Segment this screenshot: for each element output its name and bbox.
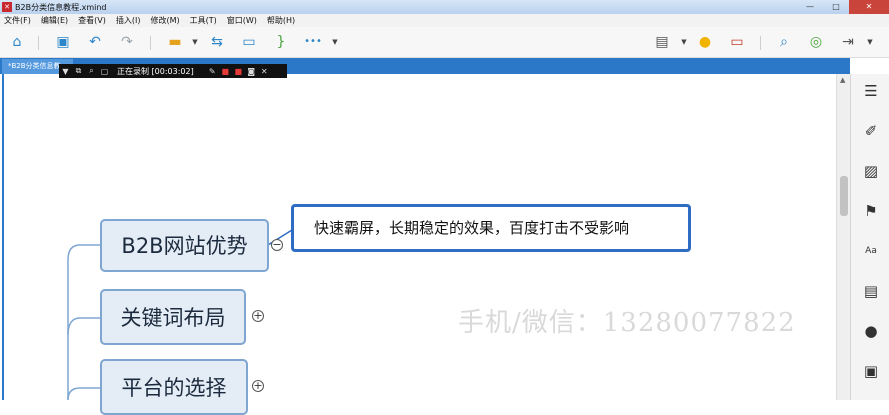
screen-recorder-bar: ▼ ⧉ ⌕ ▢ 正在录制 [00:03:02] ✎ ■ ■ ◙ ✕	[59, 64, 287, 78]
scroll-thumb[interactable]	[840, 176, 848, 216]
scroll-up-icon[interactable]: ▲	[840, 76, 845, 84]
text-format-icon[interactable]: Aa	[862, 242, 880, 260]
task-icon[interactable]: ▣	[862, 362, 880, 380]
topic-b2b-advantage[interactable]: B2B网站优势	[100, 219, 269, 272]
pen-icon[interactable]: ✎	[206, 67, 219, 76]
notes-icon[interactable]: ▤	[862, 282, 880, 300]
close-button[interactable]: ✕	[849, 0, 889, 14]
flag-icon[interactable]: ⚑	[862, 202, 880, 220]
vertical-scrollbar[interactable]: ▲	[836, 74, 850, 400]
export-dropdown-icon[interactable]: ▼	[866, 33, 874, 51]
stop-icon[interactable]: ■	[232, 67, 245, 76]
pause-icon[interactable]: ■	[219, 67, 232, 76]
right-side-panel: ☰ ✐ ▨ ⚑ Aa ▤ ● ▣	[850, 74, 889, 400]
topic-platform-choice[interactable]: 平台的选择	[100, 359, 248, 415]
connector-line	[67, 244, 100, 400]
window-icon[interactable]: ⧉	[72, 66, 85, 76]
zoom-icon[interactable]: ⌕	[85, 66, 98, 76]
callout-topic[interactable]: 快速霸屏，长期稳定的效果，百度打击不受影响	[291, 204, 691, 252]
connector-line	[67, 387, 100, 400]
clip-icon[interactable]: ▢	[98, 67, 111, 76]
recording-status: 正在录制 [00:03:02]	[117, 66, 194, 76]
topic-keyword-layout[interactable]: 关键词布局	[100, 289, 246, 345]
outline-icon[interactable]: ☰	[862, 82, 880, 100]
expand-toggle-icon[interactable]: +	[252, 380, 264, 392]
expand-toggle-icon[interactable]: +	[252, 310, 264, 322]
camera-icon[interactable]: ◙	[245, 67, 258, 76]
image-icon[interactable]: ▨	[862, 162, 880, 180]
comment-icon[interactable]: ●	[862, 322, 880, 340]
export-icon[interactable]: ⇥	[839, 33, 857, 51]
collapse-toggle-icon[interactable]: −	[271, 239, 283, 251]
connector-line	[67, 317, 100, 336]
close-recorder-icon[interactable]: ✕	[258, 67, 271, 76]
dropdown-icon[interactable]: ▼	[59, 67, 72, 76]
watermark-text: 手机/微信：13280077822	[458, 308, 796, 338]
style-icon[interactable]: ✐	[862, 122, 880, 140]
